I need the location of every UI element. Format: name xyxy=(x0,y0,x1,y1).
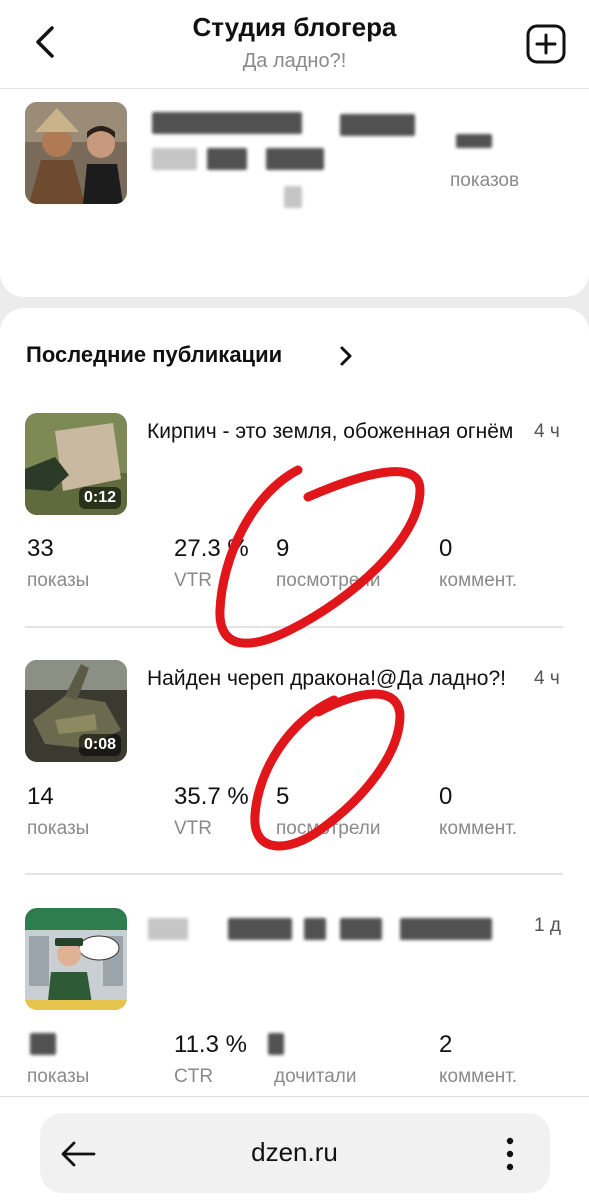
redacted-text xyxy=(266,148,324,170)
divider xyxy=(25,626,563,628)
stat-read-label: дочитали xyxy=(274,1066,357,1087)
redacted-title xyxy=(340,918,382,940)
publication-time: 4 ч xyxy=(534,668,560,689)
publication-thumbnail[interactable]: 0:08 xyxy=(25,660,127,762)
publication-time: 4 ч xyxy=(534,421,560,442)
views-label: показов xyxy=(450,170,520,191)
redacted-channel-name xyxy=(152,112,302,134)
redacted-title xyxy=(228,918,292,940)
section-title[interactable]: Последние публикации xyxy=(26,342,282,368)
stat-comments-label: коммент. xyxy=(439,570,518,591)
redacted-text xyxy=(284,186,302,208)
publication-time: 1 д xyxy=(534,915,561,936)
stat-vtr-value: 35.7 % xyxy=(174,783,249,810)
stat-views-label: показы xyxy=(27,1066,90,1087)
redacted-title xyxy=(304,918,326,940)
redacted-read-value xyxy=(268,1033,284,1055)
header: Студия блогера Да ладно?! xyxy=(0,0,589,88)
chevron-right-icon[interactable] xyxy=(336,344,356,368)
divider xyxy=(25,873,563,875)
stat-views-label: показы xyxy=(27,570,90,591)
redacted-views-value xyxy=(30,1033,56,1055)
page-subtitle: Да ладно?! xyxy=(242,50,347,72)
stat-ctr-label: CTR xyxy=(174,1066,214,1087)
stat-comments-value: 0 xyxy=(439,783,453,810)
stat-comments-value: 0 xyxy=(439,535,453,562)
redacted-title xyxy=(148,918,188,940)
redacted-text xyxy=(152,148,197,170)
stat-vtr-label: VTR xyxy=(174,570,212,591)
publication-title[interactable]: Кирпич - это земля, обоженная огнём xyxy=(147,420,517,444)
page-title: Студия блогера xyxy=(192,12,397,42)
stat-watched-value: 9 xyxy=(276,535,290,562)
stat-watched-label: посмотрели xyxy=(276,570,381,591)
redacted-text xyxy=(207,148,247,170)
stat-views-value: 33 xyxy=(27,535,54,562)
stat-comments-value: 2 xyxy=(439,1031,453,1058)
stat-watched-value: 5 xyxy=(276,783,290,810)
add-icon[interactable] xyxy=(526,24,566,64)
stat-vtr-label: VTR xyxy=(174,818,212,839)
stat-comments-label: коммент. xyxy=(439,818,518,839)
stat-watched-label: посмотрели xyxy=(276,818,381,839)
more-menu-icon[interactable] xyxy=(498,1134,522,1174)
video-duration: 0:12 xyxy=(78,487,121,509)
publication-thumbnail[interactable]: 0:12 xyxy=(25,413,127,515)
stat-comments-label: коммент. xyxy=(439,1066,518,1087)
publication-title[interactable]: Найден череп дракона!@Да ладно?! xyxy=(147,667,517,691)
stat-vtr-value: 27.3 % xyxy=(174,535,249,562)
channel-avatar[interactable] xyxy=(25,102,127,204)
stat-views-value: 14 xyxy=(27,783,54,810)
publication-thumbnail[interactable] xyxy=(25,908,127,1010)
redacted-text xyxy=(340,114,415,136)
redacted-views-count xyxy=(456,134,492,148)
stat-views-label: показы xyxy=(27,818,90,839)
stat-ctr-value: 11.3 % xyxy=(174,1031,247,1058)
video-duration: 0:08 xyxy=(78,734,121,756)
redacted-title xyxy=(400,918,492,940)
